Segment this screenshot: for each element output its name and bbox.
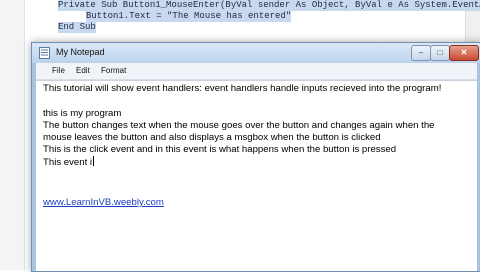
close-button[interactable]: ✕ [449, 45, 479, 61]
menu-bar: File Edit Format [36, 63, 477, 80]
text-line: This is the click event and in this even… [43, 144, 397, 155]
maximize-button[interactable]: □ [430, 45, 450, 61]
text-caret [93, 156, 95, 166]
notepad-app-icon [39, 47, 50, 59]
window-title: My Notepad [56, 47, 105, 57]
menu-format[interactable]: Format [101, 66, 126, 75]
code-line[interactable]: Button1.Text = "The Mouse has entered" [86, 11, 292, 22]
menu-edit[interactable]: Edit [76, 66, 90, 75]
notepad-window: My Notepad – □ ✕ File Edit Format This t… [31, 42, 480, 272]
title-bar[interactable]: My Notepad – □ ✕ [32, 43, 480, 63]
code-line[interactable]: Private Sub Button1_MouseEnter(ByVal sen… [58, 0, 480, 11]
text-line: This tutorial will show event handlers: … [43, 83, 442, 94]
text-line-current: This event i [43, 156, 95, 168]
code-line[interactable]: End Sub [58, 22, 96, 33]
minimize-button[interactable]: – [411, 45, 431, 61]
text-line: this is my program [43, 108, 122, 119]
website-link[interactable]: www.LearnInVB.weebly.com [43, 197, 164, 208]
text-area[interactable]: This tutorial will show event handlers: … [36, 80, 477, 271]
text-line: mouse leaves the button and also display… [43, 132, 381, 143]
text-line-current-content: This event i [43, 157, 93, 168]
editor-gutter [0, 0, 25, 270]
menu-file[interactable]: File [52, 66, 65, 75]
text-line: The button changes text when the mouse g… [43, 120, 435, 131]
